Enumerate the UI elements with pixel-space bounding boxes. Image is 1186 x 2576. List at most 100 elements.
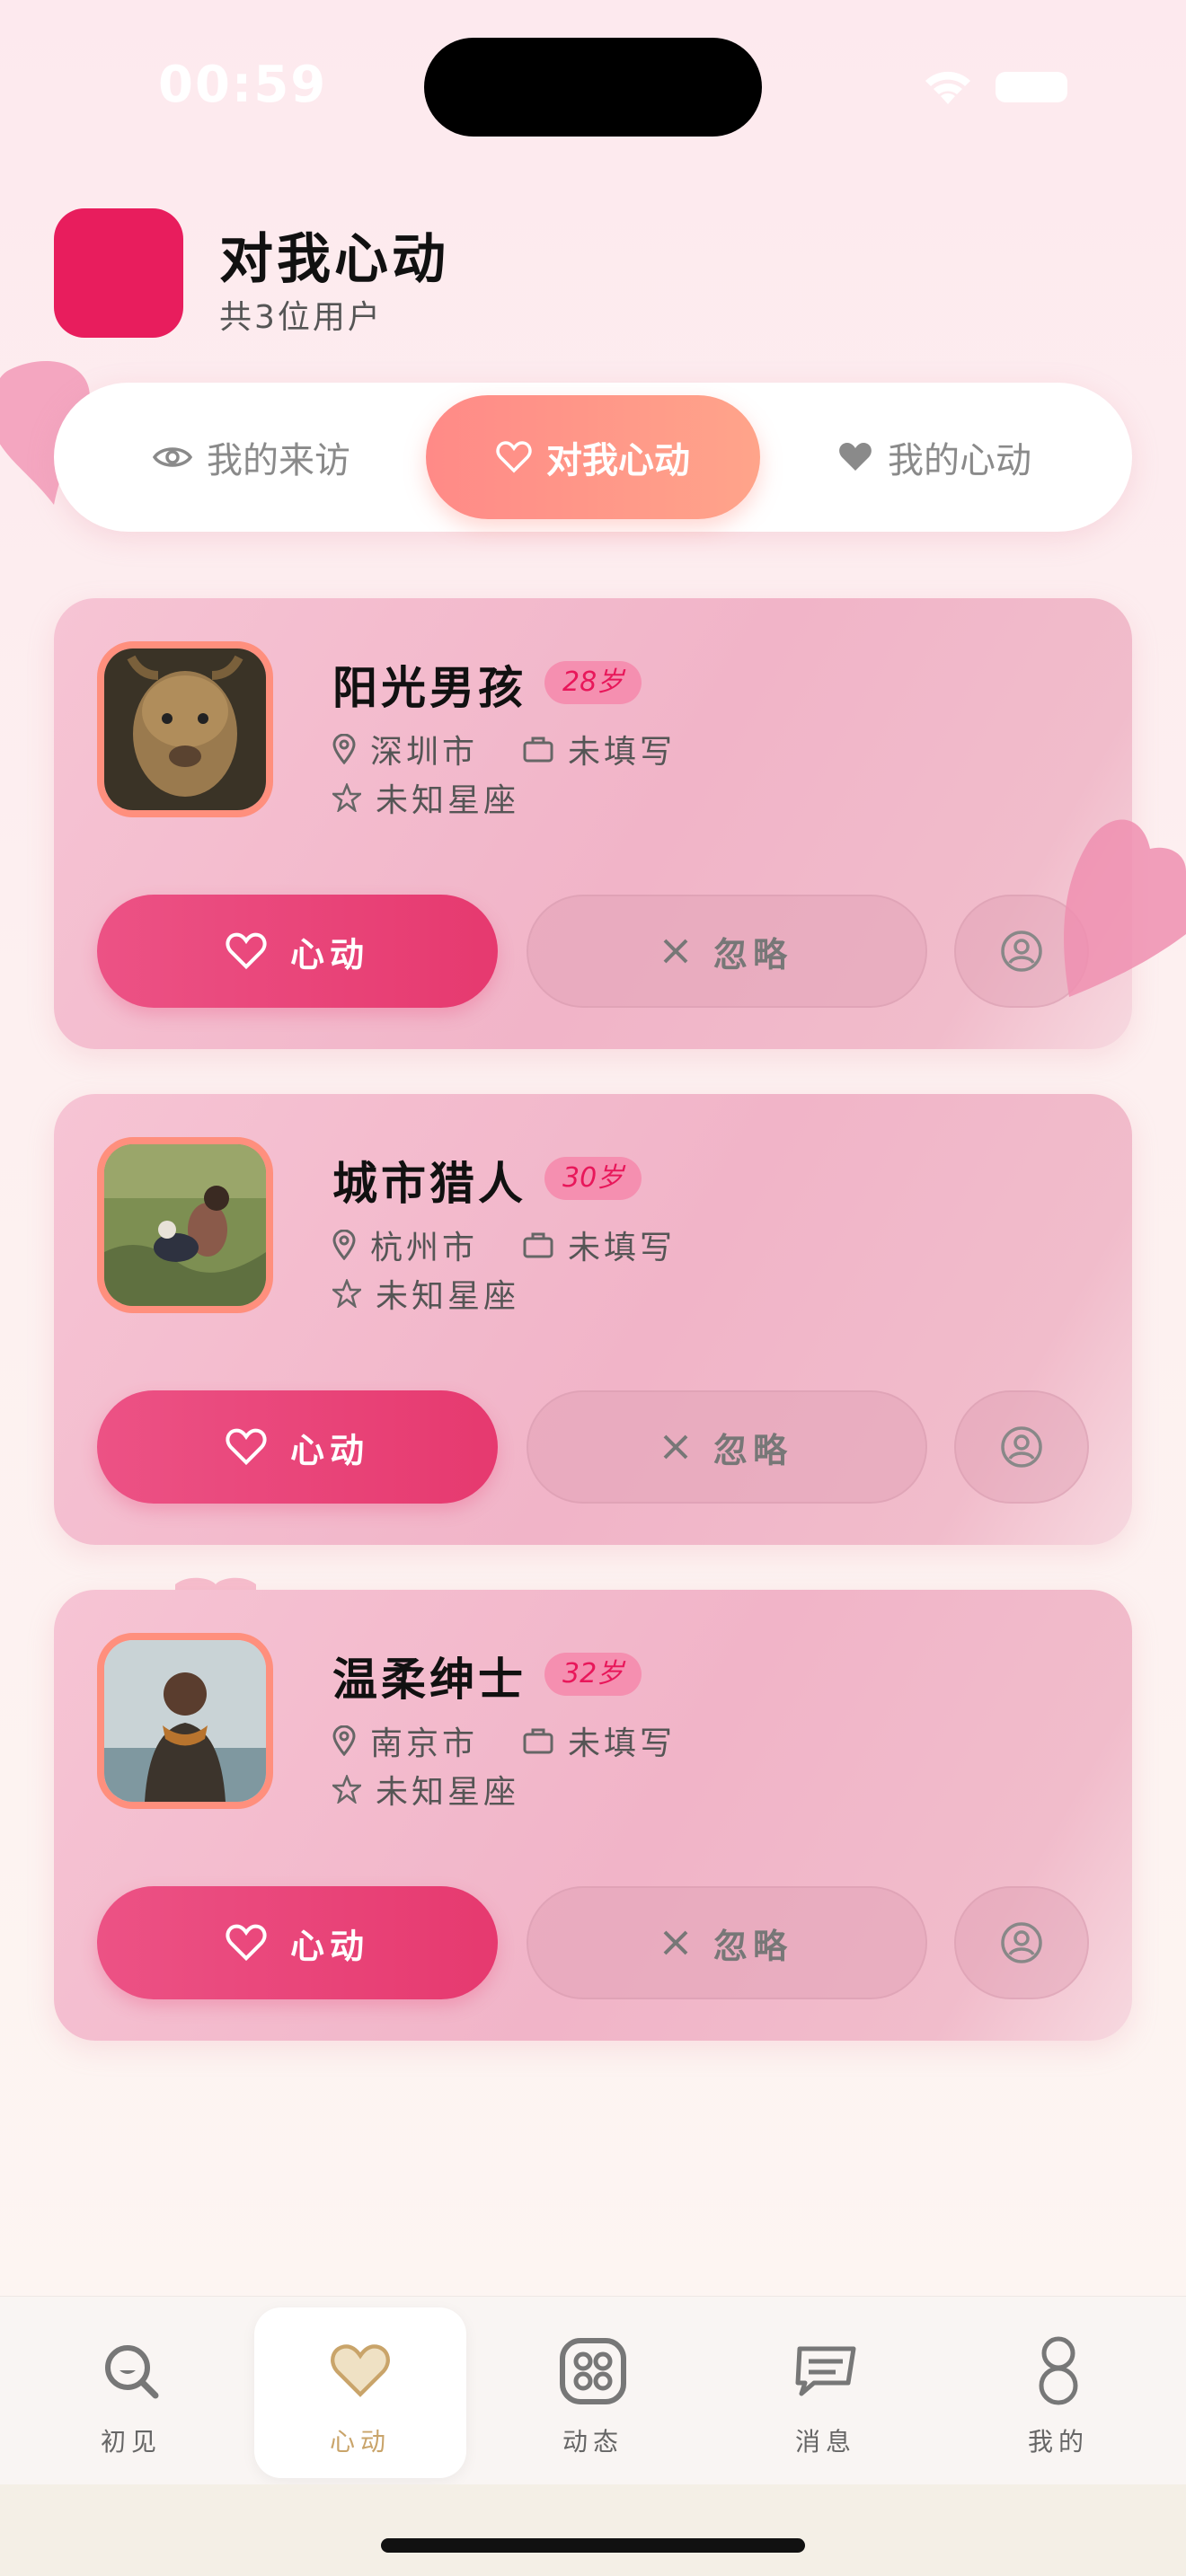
ignore-label: 忽略 — [712, 934, 792, 975]
avatar[interactable] — [97, 1633, 273, 1809]
heart-outline-icon — [226, 932, 267, 970]
age-badge: 32岁 — [544, 1653, 642, 1696]
tab-label: 我的来访 — [207, 440, 350, 481]
heart-filled-icon — [837, 441, 873, 473]
lion-photo — [104, 648, 266, 810]
user-name: 温柔绅士 — [332, 1654, 527, 1706]
location-row: 南京市 未填写 — [332, 1717, 676, 1764]
nav-item-first-meet[interactable]: 初见 — [25, 2297, 237, 2485]
status-bar: 00:59 — [0, 0, 1186, 171]
home-indicator[interactable] — [381, 2538, 805, 2553]
wifi-icon — [925, 71, 970, 104]
tab-label: 我的心动 — [888, 440, 1031, 481]
location-pin-icon — [332, 1725, 356, 1756]
user-count: 共3位用户 — [219, 299, 383, 336]
profile-button[interactable] — [954, 1886, 1089, 1999]
user-job: 未填写 — [568, 1230, 677, 1266]
search-face-icon — [102, 2333, 161, 2410]
user-zodiac: 未知星座 — [376, 1278, 520, 1315]
user-name: 城市猎人 — [332, 1158, 527, 1210]
grid-dots-icon — [560, 2333, 626, 2410]
home-indicator-area — [0, 2484, 1186, 2576]
nav-label: 消息 — [794, 2427, 856, 2457]
location-pin-icon — [332, 734, 356, 764]
user-name: 阳光男孩 — [332, 662, 527, 714]
user-zodiac: 未知星座 — [376, 782, 520, 819]
age-badge: 30岁 — [544, 1157, 642, 1200]
star-icon — [332, 1279, 361, 1308]
like-label: 心动 — [289, 1430, 369, 1470]
page-header: 对我心动 共3位用户 — [54, 208, 1042, 343]
tab-my-visitors[interactable]: 我的来访 — [84, 395, 419, 519]
tab-my-likes[interactable]: 我的心动 — [767, 395, 1102, 519]
ignore-button[interactable]: 忽略 — [527, 1886, 927, 1999]
user-card[interactable]: 温柔绅士 32岁 南京市 未填写 未知星座 心动 忽略 — [54, 1590, 1132, 2041]
zodiac-row: 未知星座 — [332, 1270, 519, 1317]
location-row: 深圳市 未填写 — [332, 726, 676, 772]
status-time: 00:59 — [158, 56, 328, 114]
nav-label: 初见 — [100, 2427, 162, 2457]
user-city: 杭州市 — [370, 1230, 479, 1266]
close-icon — [663, 1434, 688, 1460]
user-card[interactable]: 城市猎人 30岁 杭州市 未填写 未知星座 心动 忽略 — [54, 1094, 1132, 1545]
profile-button[interactable] — [954, 1390, 1089, 1504]
briefcase-icon — [523, 1232, 553, 1258]
close-icon — [663, 1930, 688, 1955]
grass-couple-photo — [104, 1144, 266, 1306]
ignore-label: 忽略 — [712, 1430, 792, 1470]
user-city: 南京市 — [370, 1725, 479, 1762]
age-badge: 28岁 — [544, 661, 642, 704]
star-icon — [332, 783, 361, 812]
eye-icon — [153, 444, 192, 471]
ignore-button[interactable]: 忽略 — [527, 895, 927, 1008]
location-pin-icon — [332, 1230, 356, 1260]
nav-item-moments[interactable]: 动态 — [487, 2297, 699, 2485]
heart-icon — [329, 2333, 392, 2410]
briefcase-icon — [523, 1728, 553, 1754]
user-job: 未填写 — [568, 1725, 677, 1762]
message-icon — [794, 2333, 857, 2410]
man-scarf-photo — [104, 1640, 266, 1802]
nav-item-mine[interactable]: 我的 — [952, 2297, 1164, 2485]
figure-eight-icon — [1036, 2333, 1081, 2410]
like-button[interactable]: 心动 — [97, 1390, 498, 1504]
page-title: 对我心动 — [219, 228, 449, 291]
user-city: 深圳市 — [370, 734, 479, 771]
nav-item-heartbeat[interactable]: 心动 — [254, 2307, 466, 2478]
close-icon — [663, 939, 688, 964]
nav-label: 我的 — [1027, 2427, 1089, 2457]
tab-label: 对我心动 — [546, 440, 690, 481]
star-icon — [332, 1775, 361, 1804]
user-zodiac: 未知星座 — [376, 1774, 520, 1811]
like-label: 心动 — [289, 1926, 369, 1966]
tab-bar: 我的来访 对我心动 我的心动 — [54, 383, 1132, 532]
briefcase-icon — [523, 737, 553, 763]
tab-likes-me[interactable]: 对我心动 — [426, 395, 760, 519]
decor-heart-icon — [1064, 819, 1186, 997]
ignore-button[interactable]: 忽略 — [527, 1390, 927, 1504]
app-logo — [54, 208, 183, 338]
avatar[interactable] — [97, 1137, 273, 1313]
like-button[interactable]: 心动 — [97, 895, 498, 1008]
battery-icon — [996, 72, 1067, 102]
location-row: 杭州市 未填写 — [332, 1222, 676, 1268]
dynamic-island — [424, 38, 762, 137]
user-circle-icon — [1001, 1922, 1042, 1963]
ignore-label: 忽略 — [712, 1926, 792, 1966]
nav-label: 动态 — [562, 2427, 624, 2457]
zodiac-row: 未知星座 — [332, 1766, 519, 1813]
nav-label: 心动 — [329, 2427, 391, 2457]
like-button[interactable]: 心动 — [97, 1886, 498, 1999]
bottom-nav: 初见 心动 动态 消息 我的 — [0, 2296, 1186, 2485]
heart-outline-icon — [226, 1924, 267, 1962]
avatar[interactable] — [97, 641, 273, 817]
user-circle-icon — [1001, 931, 1042, 972]
user-card[interactable]: 阳光男孩 28岁 深圳市 未填写 未知星座 心动 忽略 — [54, 598, 1132, 1049]
user-circle-icon — [1001, 1426, 1042, 1468]
heart-outline-icon — [226, 1428, 267, 1466]
user-job: 未填写 — [568, 734, 677, 771]
zodiac-row: 未知星座 — [332, 774, 519, 821]
heart-outline-icon — [496, 441, 532, 473]
like-label: 心动 — [289, 934, 369, 975]
nav-item-messages[interactable]: 消息 — [720, 2297, 932, 2485]
